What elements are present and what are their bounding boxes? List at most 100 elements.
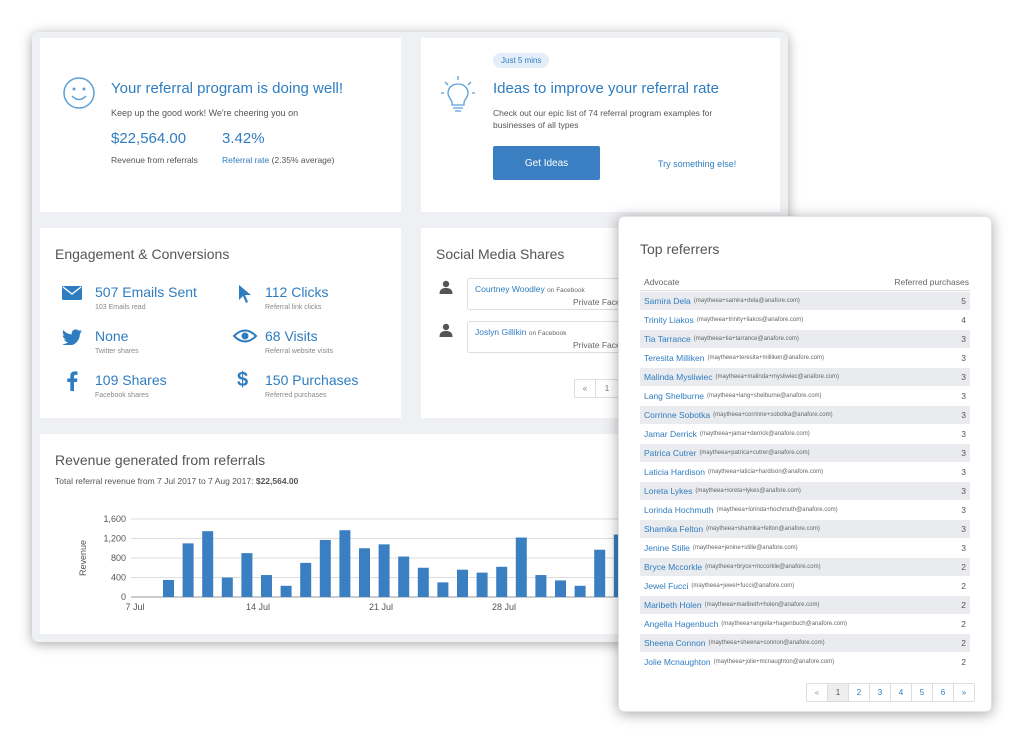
share-author-line: Joslyn Gillikin on Facebook bbox=[475, 327, 566, 337]
advocate-email: (maytheea+lang+shelburne@anafore.com) bbox=[707, 393, 822, 399]
advocate-name-link[interactable]: Lorinda Hochmuth bbox=[644, 505, 713, 515]
advocate-name-link[interactable]: Laticia Hardison bbox=[644, 467, 705, 477]
share-via: on Facebook bbox=[528, 330, 567, 337]
advocate-name-link[interactable]: Malinda Mysliwiec bbox=[644, 372, 713, 382]
advocate-name-link[interactable]: Jewel Fucci bbox=[644, 581, 688, 591]
table-row: Loreta Lykes (maytheea+loreta+lykes@anafo… bbox=[640, 482, 970, 500]
advocate-email: (maytheea+sheena+connon@anafore.com) bbox=[708, 640, 825, 646]
table-row: Sheena Connon (maytheea+sheena+connon@ana… bbox=[640, 634, 970, 652]
revenue-bar bbox=[417, 567, 429, 597]
advocate-name-link[interactable]: Maribeth Holen bbox=[644, 600, 702, 610]
advocate-name-link[interactable]: Trinity Liakos bbox=[644, 315, 694, 325]
table-row: Patrica Cutrer (maytheea+patrica+cutrer@a… bbox=[640, 444, 970, 462]
purchases-value: 150 Purchases bbox=[265, 372, 359, 388]
pager-page-2[interactable]: 2 bbox=[849, 684, 870, 701]
y-tick-label: 800 bbox=[111, 553, 126, 563]
user-avatar-icon bbox=[439, 280, 453, 294]
y-tick-label: 0 bbox=[121, 592, 126, 602]
x-tick-label: 14 Jul bbox=[246, 602, 270, 612]
share-author-link[interactable]: Courtney Woodley bbox=[475, 284, 545, 294]
lightbulb-icon bbox=[441, 76, 475, 112]
advocate-email: (maytheea+trinity+liakos@anafore.com) bbox=[696, 317, 804, 323]
advocate-name-link[interactable]: Samira Dela bbox=[644, 296, 691, 306]
twitter-icon bbox=[62, 329, 82, 345]
visits-value: 68 Visits bbox=[265, 328, 318, 344]
pager-page-button[interactable]: 1 bbox=[596, 380, 618, 397]
pager-page-4[interactable]: 4 bbox=[891, 684, 912, 701]
advocate-name-link[interactable]: Shamika Felton bbox=[644, 524, 703, 534]
purchases-column-header: Referred purchases bbox=[894, 277, 969, 287]
get-ideas-button[interactable]: Get Ideas bbox=[493, 146, 600, 180]
advocate-name-link[interactable]: Patrica Cutrer bbox=[644, 448, 696, 458]
advocate-email: (maytheea+malinda+mysliwiec@anafore.com) bbox=[715, 374, 839, 380]
revenue-bar bbox=[261, 575, 272, 597]
advocate-name-link[interactable]: Jolie Mcnaughton bbox=[644, 657, 711, 667]
twitter-metric: None Twitter shares bbox=[95, 328, 139, 355]
clicks-value: 112 Clicks bbox=[265, 284, 329, 300]
table-row: Samira Dela (maytheea+samira+dela@anafore… bbox=[640, 292, 970, 310]
pager-page-5[interactable]: 5 bbox=[912, 684, 933, 701]
pager-page-6[interactable]: 6 bbox=[933, 684, 954, 701]
revenue-bar bbox=[594, 549, 606, 597]
pager-next-button[interactable]: » bbox=[954, 684, 974, 701]
clicks-label: Referral link clicks bbox=[265, 304, 322, 311]
revenue-bar bbox=[339, 530, 351, 597]
revenue-bar bbox=[378, 544, 390, 597]
rate-average: (2.35% average) bbox=[271, 155, 335, 165]
advocate-name-link[interactable]: Loreta Lykes bbox=[644, 486, 692, 496]
pager-prev-button[interactable]: « bbox=[807, 684, 828, 701]
referral-rate-link[interactable]: Referral rate bbox=[222, 155, 269, 165]
pager-prev-button[interactable]: « bbox=[575, 380, 596, 397]
referred-purchases-count: 3 bbox=[961, 391, 966, 401]
table-row: Lorinda Hochmuth (maytheea+lorinda+hochmu… bbox=[640, 501, 970, 519]
table-row: Tia Tarrance (maytheea+tia+tarrance@anafo… bbox=[640, 330, 970, 348]
table-row: Jamar Derrick (maytheea+jamar+derrick@ana… bbox=[640, 425, 970, 443]
y-tick-label: 1,200 bbox=[103, 534, 126, 544]
advocate-email: (maytheea+laticia+hardison@anafore.com) bbox=[707, 469, 824, 475]
referred-purchases-count: 3 bbox=[961, 353, 966, 363]
advocate-name-link[interactable]: Teresita Milliken bbox=[644, 353, 704, 363]
pager-page-3[interactable]: 3 bbox=[870, 684, 891, 701]
advocate-name-link[interactable]: Lang Shelburne bbox=[644, 391, 704, 401]
advocate-email: (maytheea+jolie+mcnaughton@anafore.com) bbox=[713, 659, 835, 665]
advocate-column-header: Advocate bbox=[644, 277, 680, 287]
top-referrers-title: Top referrers bbox=[640, 241, 720, 257]
referred-purchases-count: 3 bbox=[961, 429, 966, 439]
share-author-link[interactable]: Joslyn Gillikin bbox=[475, 327, 527, 337]
top-referrers-window: Top referrers Advocate Referred purchase… bbox=[618, 216, 992, 712]
table-row: Laticia Hardison (maytheea+laticia+hardis… bbox=[640, 463, 970, 481]
revenue-bar bbox=[457, 569, 468, 597]
advocate-name-link[interactable]: Corrinne Sobotka bbox=[644, 410, 710, 420]
envelope-icon bbox=[62, 286, 82, 300]
advocate-name-link[interactable]: Bryce Mccorkle bbox=[644, 562, 702, 572]
advocate-name-link[interactable]: Jenine Stille bbox=[644, 543, 690, 553]
advocate-name-link[interactable]: Sheena Connon bbox=[644, 638, 705, 648]
twitter-label: Twitter shares bbox=[95, 348, 139, 355]
y-axis-label: Revenue bbox=[78, 540, 88, 576]
advocate-email: (maytheea+lorinda+hochmuth@anafore.com) bbox=[716, 507, 838, 513]
shares-value: 109 Shares bbox=[95, 372, 167, 388]
revenue-bar bbox=[182, 543, 194, 597]
rate-line: Referral rate (2.35% average) bbox=[222, 155, 334, 165]
advocate-email: (maytheea+patrica+cutrer@anafore.com) bbox=[699, 450, 810, 456]
table-row: Shamika Felton (maytheea+shamika+felton@a… bbox=[640, 520, 970, 538]
share-text: Private Face bbox=[573, 297, 621, 307]
advocate-email: (maytheea+samira+dela@anafore.com) bbox=[693, 298, 800, 304]
referred-purchases-count: 3 bbox=[961, 524, 966, 534]
table-row: Malinda Mysliwiec (maytheea+malinda+mysli… bbox=[640, 368, 970, 386]
advocate-name-link[interactable]: Jamar Derrick bbox=[644, 429, 697, 439]
referred-purchases-count: 3 bbox=[961, 467, 966, 477]
try-something-else-link[interactable]: Try something else! bbox=[658, 159, 736, 169]
revenue-bar bbox=[496, 566, 508, 597]
referred-purchases-count: 2 bbox=[961, 619, 966, 629]
advocate-name-link[interactable]: Tia Tarrance bbox=[644, 334, 691, 344]
advocate-email: (maytheea+tia+tarrance@anafore.com) bbox=[693, 336, 799, 342]
referred-purchases-count: 3 bbox=[961, 410, 966, 420]
purchases-metric: 150 Purchases Referred purchases bbox=[265, 372, 358, 399]
engagement-title: Engagement & Conversions bbox=[55, 246, 230, 262]
revenue-bar bbox=[300, 562, 312, 597]
ideas-title: Ideas to improve your referral rate bbox=[493, 80, 719, 97]
pager-page-1[interactable]: 1 bbox=[828, 684, 849, 701]
advocate-name-link[interactable]: Angella Hagenbuch bbox=[644, 619, 718, 629]
table-row: Maribeth Holen (maytheea+maribeth+holen@a… bbox=[640, 596, 970, 614]
